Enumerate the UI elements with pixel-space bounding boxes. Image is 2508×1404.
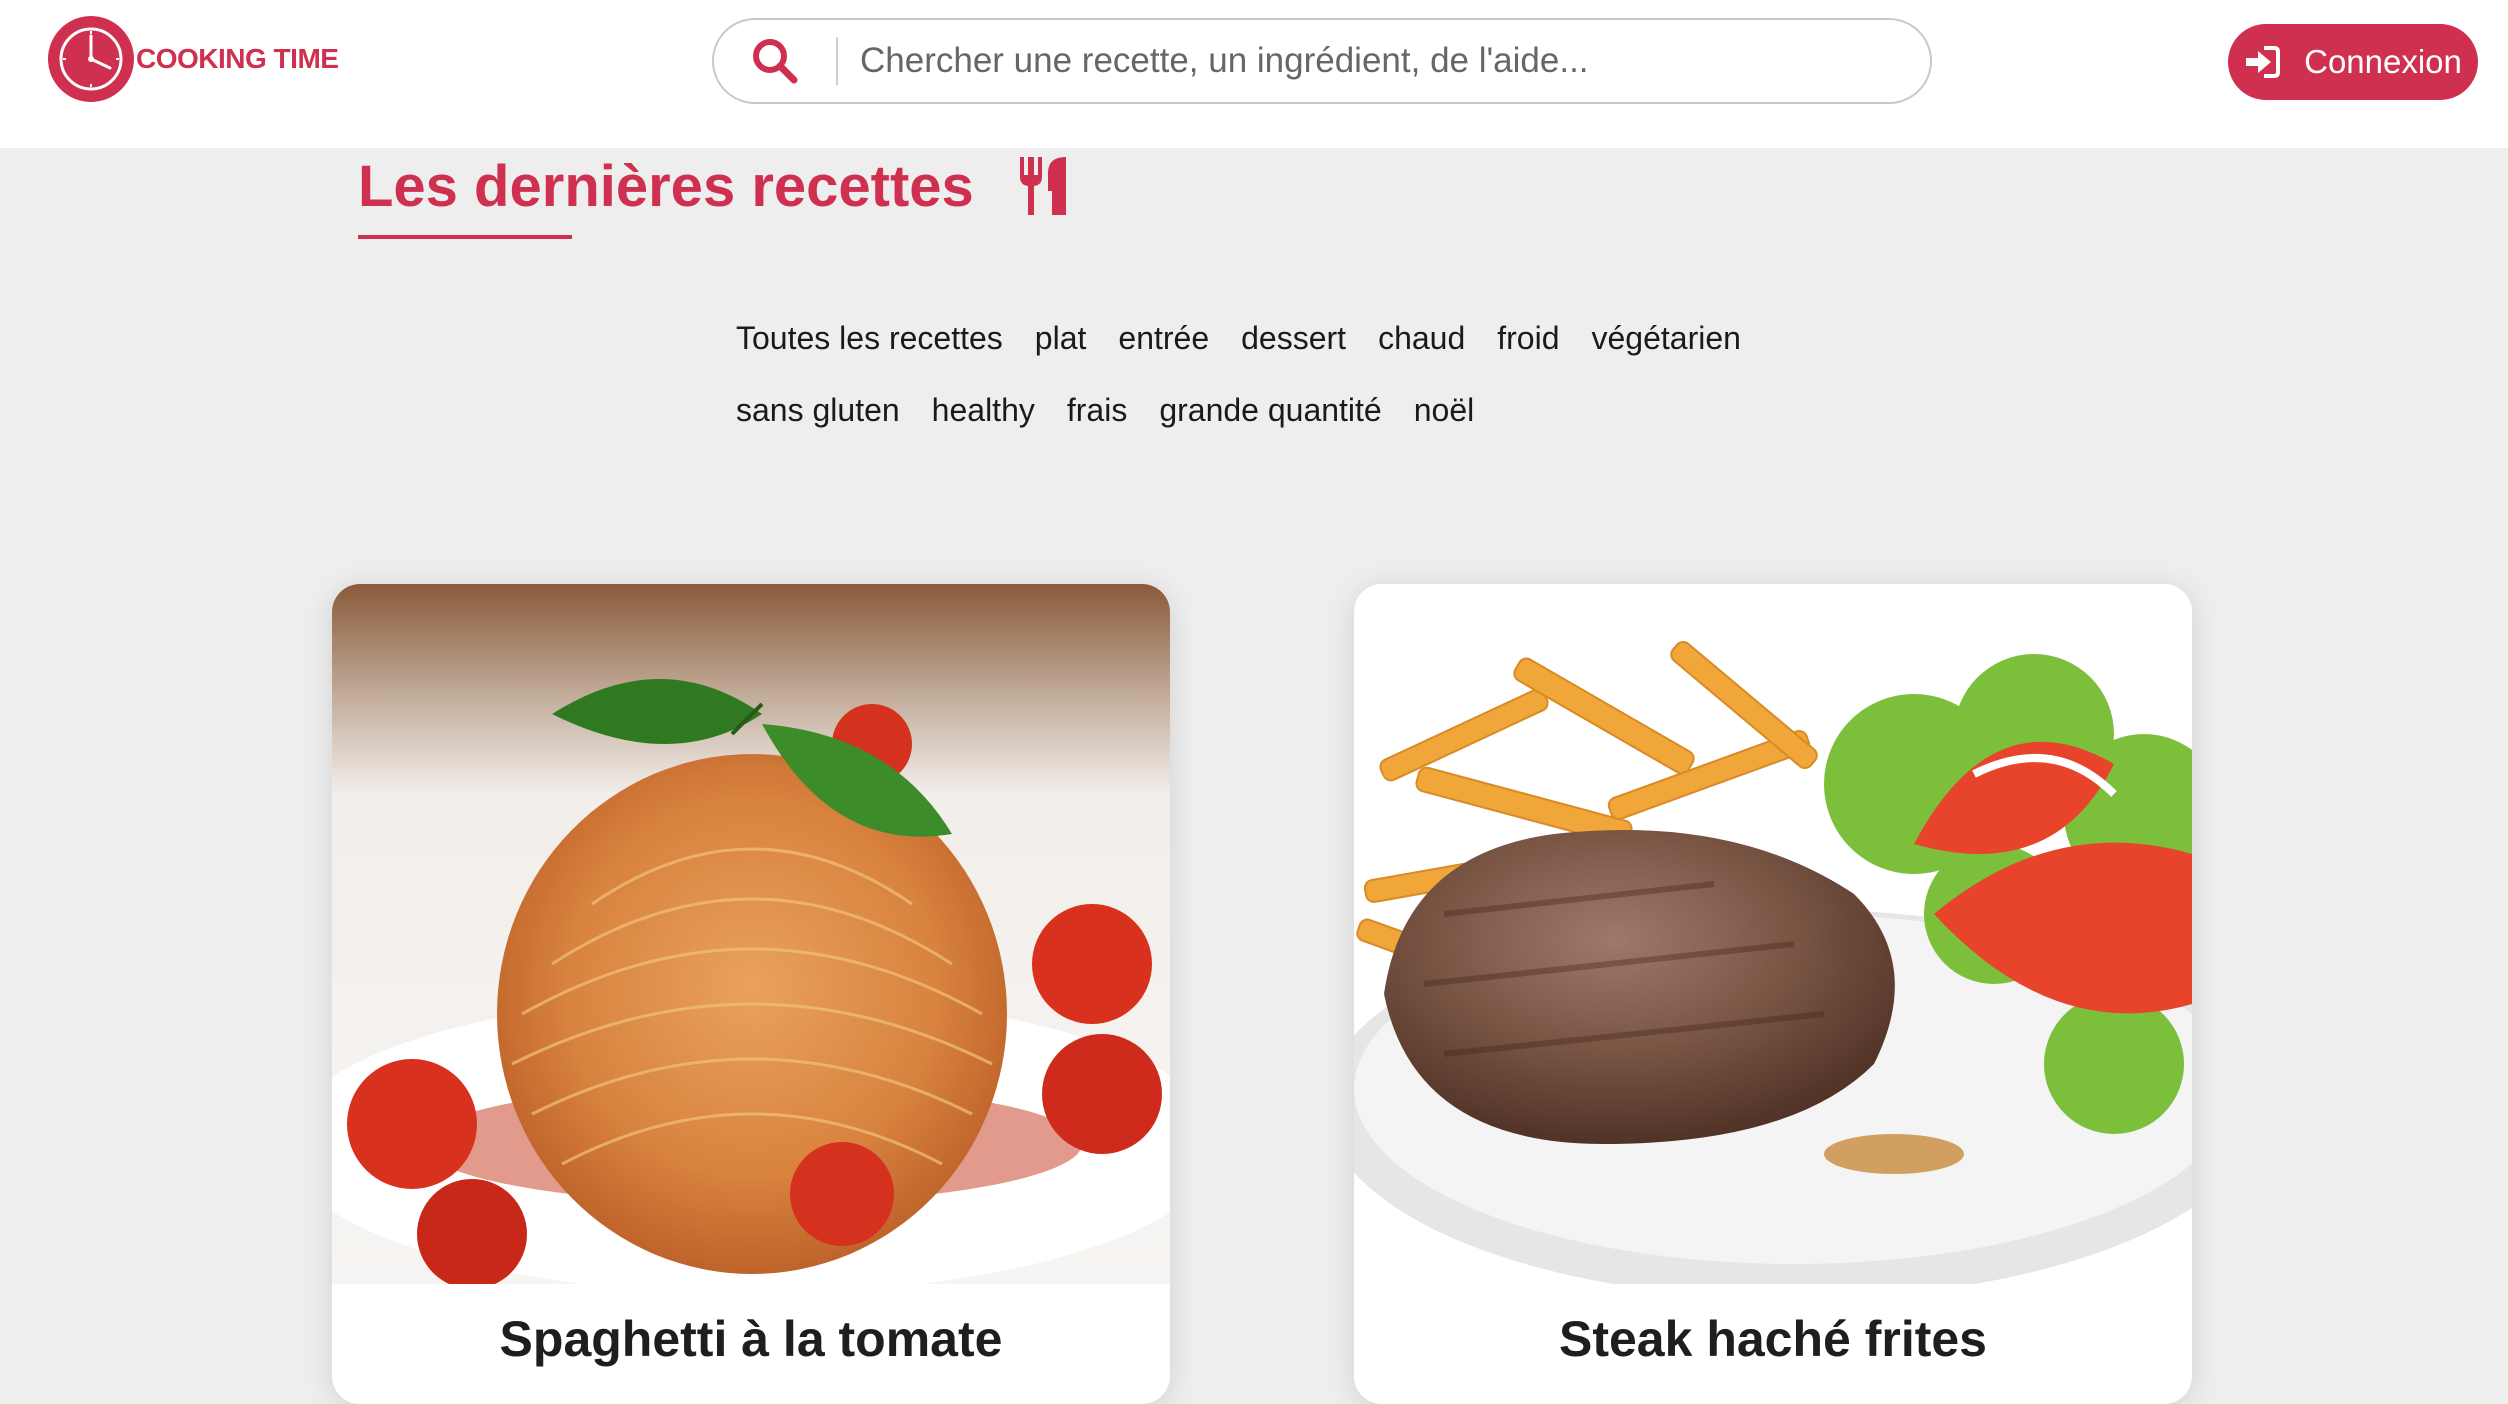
filter-plat[interactable]: plat [1035,318,1087,358]
login-button[interactable]: Connexion [2228,24,2478,100]
search-icon[interactable] [714,20,836,102]
utensils-icon [1018,155,1070,217]
sign-in-icon [2244,46,2281,78]
filter-chaud[interactable]: chaud [1378,318,1465,358]
filter-entree[interactable]: entrée [1118,318,1209,358]
filter-all[interactable]: Toutes les recettes [736,318,1003,358]
filter-dessert[interactable]: dessert [1241,318,1346,358]
filter-sans-gluten[interactable]: sans gluten [736,390,900,430]
recipe-card[interactable]: Spaghetti à la tomate [332,584,1170,1404]
page-title: Les dernières recettes [358,153,974,219]
steak-frites-photo [1354,584,2192,1284]
search-input[interactable] [838,20,1930,102]
recipe-title: Steak haché frites [1559,1311,1987,1367]
recipe-card[interactable]: Steak haché frites [1354,584,2192,1404]
recipe-title: Spaghetti à la tomate [499,1311,1003,1367]
filter-grande-quantite[interactable]: grande quantité [1159,390,1381,430]
spaghetti-photo [332,584,1170,1284]
section-heading: Les dernières recettes [358,150,1070,222]
clock-logo-icon [48,16,134,102]
site-logo[interactable]: COOKING TIME [48,16,339,102]
filter-healthy[interactable]: healthy [932,390,1035,430]
filter-noel[interactable]: noël [1414,390,1475,430]
filter-froid[interactable]: froid [1497,318,1559,358]
top-header: COOKING TIME Connexion [0,0,2508,148]
search-bar [712,18,1932,104]
login-label: Connexion [2304,43,2462,80]
filter-vegetarien[interactable]: végétarien [1592,318,1741,358]
filter-frais[interactable]: frais [1067,390,1127,430]
title-underline [358,235,572,239]
category-filters: Toutes les recettes plat entrée dessert … [720,318,1820,430]
brand-name: COOKING TIME [136,43,339,74]
